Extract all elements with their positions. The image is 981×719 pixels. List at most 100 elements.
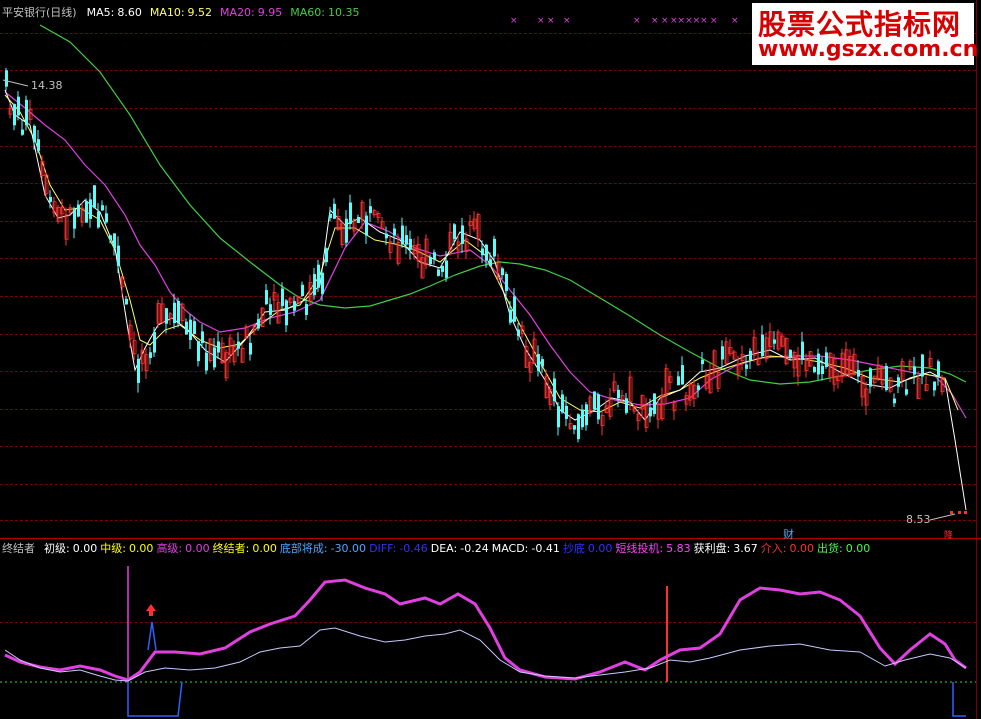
candle-body [489,259,492,267]
candle-body [429,256,432,265]
ind-duanxian-value: 5.83 [666,541,691,555]
candle-body [761,334,764,357]
candle-body [5,70,8,87]
low-price-arrow [929,513,956,521]
candlestick-series[interactable] [5,67,945,443]
candle-body [117,245,120,266]
candle-body [773,339,776,344]
watermark-logo: 股票公式指标网 www.gszx.com.cn [752,3,978,65]
stock-name[interactable]: 平安银行(日线) [2,4,77,20]
candle-body [77,204,80,217]
indicator-name[interactable]: 终结者 [2,540,35,556]
candle-body [913,366,916,375]
candle-body [701,359,704,365]
drop-marker: 降 [944,531,954,541]
candle-body [541,359,544,367]
svg-text:×: × [547,16,555,26]
ind-zhongjie-value: 0.00 [252,541,277,555]
candle-body [937,361,940,377]
candle-body [213,347,216,368]
candle-body [73,209,76,229]
candle-body [21,129,24,135]
candle-body [677,376,680,386]
ind-huoli-label: 获利盘: [693,542,731,555]
candle-body [293,301,296,311]
candle-body [305,304,308,315]
candle-body [173,302,176,324]
bottom-signal-box [127,681,183,717]
candle-body [333,203,336,219]
candle-body [493,238,496,257]
candle-body [357,216,360,223]
candle-body [509,309,512,323]
candle-body [109,235,112,240]
candle-body [321,272,324,294]
candle-body [445,260,448,278]
candle-body [197,341,200,362]
signal-dot [950,511,953,514]
signal-dot [964,511,967,514]
candle-body [393,228,396,236]
ind-dea-label: DEA: [430,541,458,555]
ma-legend: 平安银行(日线) MA5: 8.60 MA10: 9.52 MA20: 9.95… [2,4,359,20]
candle-body [653,393,656,414]
candle-body [101,205,104,211]
candle-body [617,389,620,399]
ma5-line [4,89,967,511]
profit-line [4,627,967,682]
bottom-signal-box-right [952,682,966,717]
candle-body [137,358,140,383]
ma20-value: 9.95 [257,5,283,19]
chart-canvas[interactable]: × × × × × × × ××××× × × [0,0,981,719]
candle-body [801,341,804,360]
candle-body [313,274,316,296]
ma10-label: MA10: [149,5,185,19]
svg-text:×: × [661,16,669,26]
candle-body [385,233,388,239]
ind-dea-value: -0.24 [460,541,489,555]
candle-body [697,385,700,391]
svg-text:×: × [537,16,545,26]
candle-body [485,244,488,261]
ind-gaoji-label: 高级: [156,542,183,555]
candle-body [813,367,816,373]
candle-body [885,365,888,391]
svg-text:×: × [633,16,641,26]
candle-body [205,352,208,371]
candle-body [33,125,36,142]
candle-body [165,308,168,324]
ind-dibu-label: 底部将成: [279,542,328,555]
candle-body [189,319,192,341]
speculation-line [4,578,967,682]
ind-chaodi-value: 0.00 [587,541,613,555]
ind-zhongji-label: 中级: [100,542,126,555]
svg-text:×: × [651,16,659,26]
candle-body [97,211,100,228]
candle-body [789,349,792,358]
ind-diff-label: DIFF: [369,541,397,555]
ind-zhongjie-label: 终结者: [212,542,250,555]
watermark-url: www.gszx.com.cn [758,37,979,62]
svg-text:×: × [563,16,571,26]
ind-macd-label: MACD: [491,541,529,555]
ma60-label: MA60: [290,5,325,19]
ind-jieru-label: 介入: [760,542,787,555]
ind-chuhuo-value: 0.00 [845,541,871,555]
svg-text:×××××: ××××× [670,16,708,26]
low-price-label: 8.53 [906,513,931,526]
signal-markers-top: × × × × × × × ××××× × × [510,16,739,26]
candle-body [433,252,436,260]
candle-body [625,398,628,413]
ind-chaodi-label: 抄底 [562,542,585,555]
candle-body [89,199,92,219]
candle-body [597,394,600,420]
candle-body [345,218,348,243]
candle-body [105,213,108,223]
candle-body [461,225,464,244]
candle-body [649,407,652,417]
candle-body [177,300,180,324]
ind-chuji-label: 初级: [44,542,70,555]
candle-body [593,391,596,410]
candle-body [437,269,440,276]
candle-body [13,104,16,126]
